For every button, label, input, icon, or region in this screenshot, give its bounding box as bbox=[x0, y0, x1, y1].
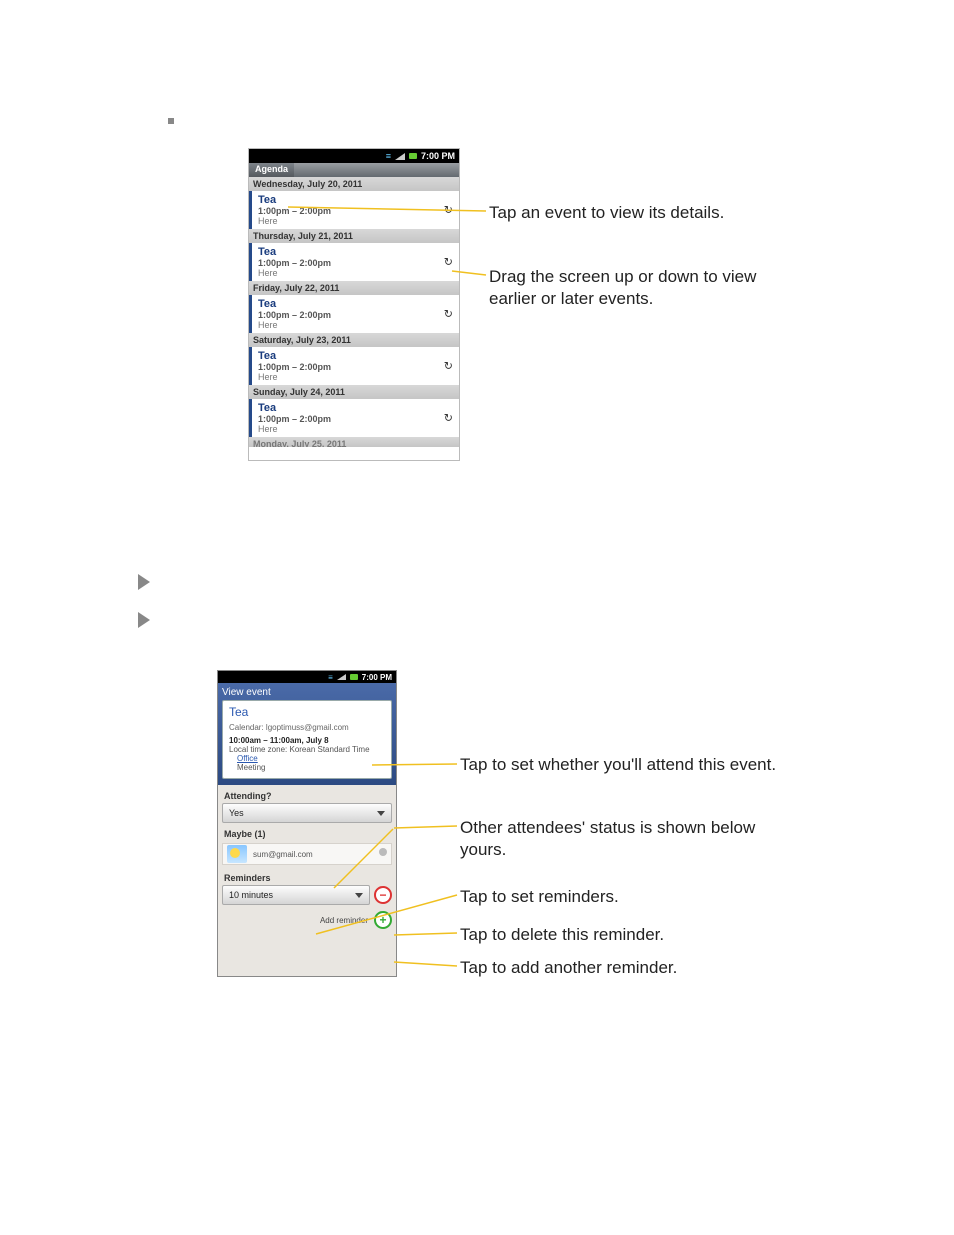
event-title: Tea bbox=[258, 402, 453, 414]
event-title: Tea bbox=[258, 194, 453, 206]
event-card: Tea Calendar: lgoptimuss@gmail.com 10:00… bbox=[222, 700, 392, 779]
recurring-icon: ↻ bbox=[444, 204, 453, 217]
callout-text: Drag the screen up or down to view earli… bbox=[489, 266, 799, 310]
callout-text: Tap an event to view its details. bbox=[489, 202, 724, 224]
add-reminder-button[interactable]: + bbox=[374, 911, 392, 929]
timezone: Local time zone: Korean Standard Time bbox=[229, 745, 385, 754]
event-title: Tea bbox=[258, 350, 453, 362]
attendee-row[interactable]: sum@gmail.com bbox=[222, 843, 392, 865]
event-row[interactable]: Tea 1:00pm – 2:00pm Here ↻ bbox=[249, 295, 459, 333]
recurring-icon: ↻ bbox=[444, 308, 453, 321]
view-event-phone-screenshot: ≡ 7:00 PM View event Tea Calendar: lgopt… bbox=[217, 670, 397, 977]
event-row[interactable]: Tea 1:00pm – 2:00pm Here ↻ bbox=[249, 243, 459, 281]
battery-icon bbox=[409, 153, 417, 159]
day-header: Saturday, July 23, 2011 bbox=[249, 333, 459, 347]
tab-agenda[interactable]: Agenda bbox=[249, 163, 294, 177]
triangle-bullet bbox=[138, 612, 150, 628]
recurring-icon: ↻ bbox=[444, 256, 453, 269]
day-header: Monday, July 25, 2011 bbox=[249, 437, 459, 447]
day-header: Friday, July 22, 2011 bbox=[249, 281, 459, 295]
battery-icon bbox=[350, 674, 358, 680]
event-location: Here bbox=[258, 372, 453, 382]
statusbar-time: 7:00 PM bbox=[421, 151, 455, 161]
attending-label: Attending? bbox=[218, 785, 396, 803]
callout-text: Tap to set whether you'll attend this ev… bbox=[460, 754, 776, 776]
reminder-dropdown[interactable]: 10 minutes bbox=[222, 885, 370, 905]
callout-text: Other attendees' status is shown below y… bbox=[460, 817, 780, 861]
view-tabs[interactable]: Agenda bbox=[249, 163, 459, 177]
event-time: 1:00pm – 2:00pm bbox=[258, 310, 453, 320]
event-time: 1:00pm – 2:00pm bbox=[258, 362, 453, 372]
sync-icon: ≡ bbox=[328, 673, 333, 682]
event-location: Here bbox=[258, 320, 453, 330]
status-bar: ≡ 7:00 PM bbox=[218, 671, 396, 683]
screen-title: View event bbox=[222, 687, 392, 700]
event-name: Tea bbox=[229, 705, 385, 719]
reminder-value: 10 minutes bbox=[229, 890, 273, 900]
agenda-list[interactable]: Wednesday, July 20, 2011 Tea 1:00pm – 2:… bbox=[249, 177, 459, 447]
event-row[interactable]: Tea 1:00pm – 2:00pm Here ↻ bbox=[249, 347, 459, 385]
bullet-square bbox=[168, 118, 174, 124]
event-title: Tea bbox=[258, 246, 453, 258]
recurring-icon: ↻ bbox=[444, 412, 453, 425]
event-time: 10:00am – 11:00am, July 8 bbox=[229, 736, 385, 745]
event-time: 1:00pm – 2:00pm bbox=[258, 414, 453, 424]
event-time: 1:00pm – 2:00pm bbox=[258, 258, 453, 268]
avatar bbox=[227, 845, 247, 863]
callout-text: Tap to delete this reminder. bbox=[460, 924, 664, 946]
day-header: Wednesday, July 20, 2011 bbox=[249, 177, 459, 191]
attending-value: Yes bbox=[229, 808, 244, 818]
agenda-phone-screenshot: ≡ 7:00 PM Agenda Wednesday, July 20, 201… bbox=[248, 148, 460, 461]
signal-icon bbox=[337, 674, 346, 680]
reminders-label: Reminders bbox=[218, 867, 396, 885]
callout-text: Tap to add another reminder. bbox=[460, 957, 677, 979]
info-icon bbox=[379, 848, 387, 856]
event-location: Here bbox=[258, 424, 453, 434]
statusbar-time: 7:00 PM bbox=[362, 673, 392, 682]
sync-icon: ≡ bbox=[386, 151, 391, 161]
chevron-down-icon bbox=[377, 811, 385, 816]
signal-icon bbox=[395, 153, 405, 160]
calendar-name: Calendar: lgoptimuss@gmail.com bbox=[229, 723, 385, 732]
event-location: Here bbox=[258, 268, 453, 278]
description: Meeting bbox=[229, 763, 385, 772]
attendee-email: sum@gmail.com bbox=[253, 850, 313, 859]
event-location: Here bbox=[258, 216, 453, 226]
chevron-down-icon bbox=[355, 893, 363, 898]
event-time: 1:00pm – 2:00pm bbox=[258, 206, 453, 216]
recurring-icon: ↻ bbox=[444, 360, 453, 373]
event-title: Tea bbox=[258, 298, 453, 310]
triangle-bullet bbox=[138, 574, 150, 590]
title-area: View event Tea Calendar: lgoptimuss@gmai… bbox=[218, 683, 396, 785]
status-bar: ≡ 7:00 PM bbox=[249, 149, 459, 163]
maybe-label: Maybe (1) bbox=[218, 823, 396, 841]
event-row[interactable]: Tea 1:00pm – 2:00pm Here ↻ bbox=[249, 191, 459, 229]
event-row[interactable]: Tea 1:00pm – 2:00pm Here ↻ bbox=[249, 399, 459, 437]
delete-reminder-button[interactable]: − bbox=[374, 886, 392, 904]
attending-dropdown[interactable]: Yes bbox=[222, 803, 392, 823]
callout-text: Tap to set reminders. bbox=[460, 886, 619, 908]
add-reminder-label: Add reminder bbox=[320, 916, 368, 925]
location-link[interactable]: Office bbox=[229, 754, 385, 763]
day-header: Sunday, July 24, 2011 bbox=[249, 385, 459, 399]
day-header: Thursday, July 21, 2011 bbox=[249, 229, 459, 243]
